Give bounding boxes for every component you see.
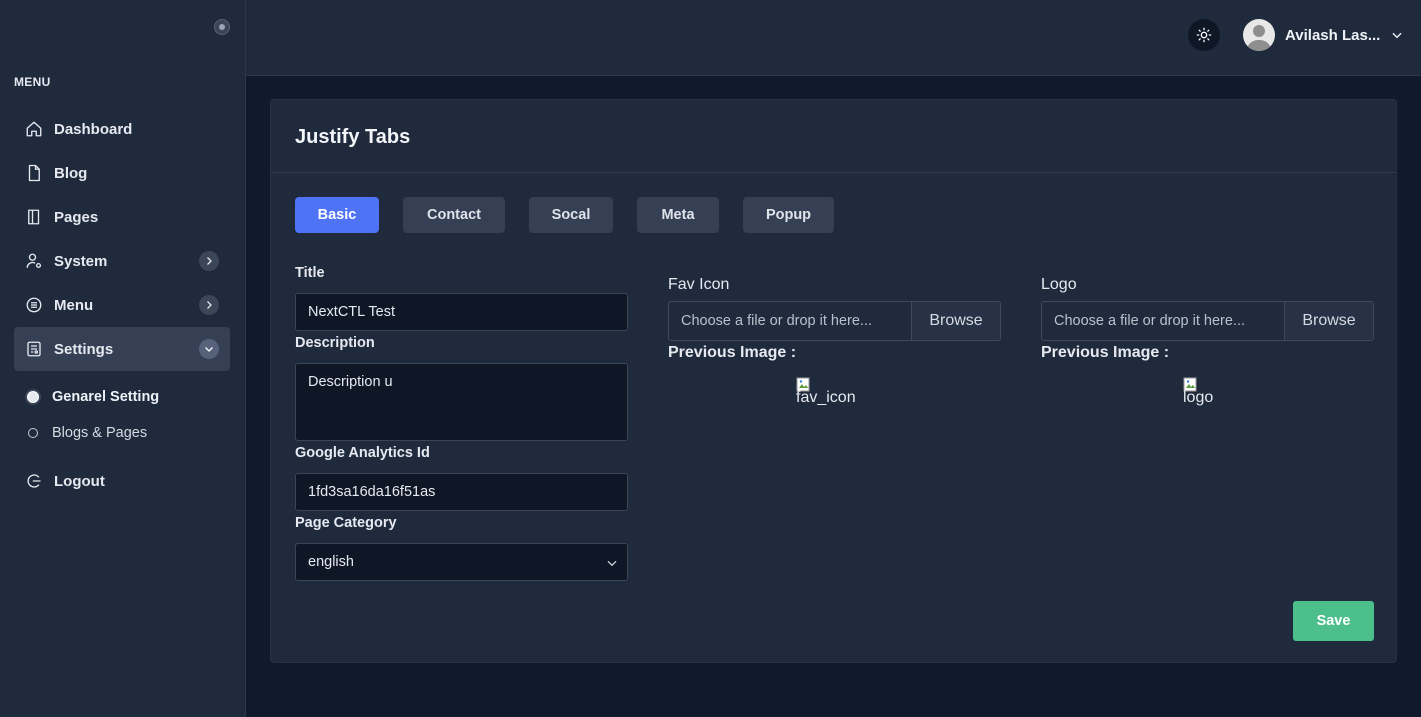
chevron-down-icon <box>1392 32 1402 39</box>
page-category-select[interactable]: english <box>295 543 628 581</box>
google-analytics-label: Google Analytics Id <box>295 445 430 461</box>
file-placeholder: Choose a file or drop it here... <box>1054 313 1246 329</box>
sidebar-subitem-label: Blogs & Pages <box>52 425 148 441</box>
fav-icon-browse-button[interactable]: Browse <box>911 302 1000 340</box>
fav-icon-label: Fav Icon <box>668 276 730 293</box>
sidebar-item-label: Logout <box>54 472 105 490</box>
file-placeholder: Choose a file or drop it here... <box>681 313 873 329</box>
menu-heading: MENU <box>14 75 51 89</box>
file-icon <box>24 163 44 183</box>
theme-toggle-button[interactable] <box>1188 19 1220 51</box>
dot-icon <box>28 428 38 438</box>
sidebar-toggle-button[interactable] <box>214 19 230 35</box>
fav-icon-previous-label: Previous Image : <box>668 344 797 361</box>
chevron-right-icon <box>199 295 219 315</box>
card-title: Justify Tabs <box>295 126 411 148</box>
save-button[interactable]: Save <box>1293 601 1374 641</box>
settings-card: Justify Tabs Basic Contact Socal Meta Po… <box>270 99 1397 663</box>
sidebar-item-menu[interactable]: Menu <box>14 283 230 327</box>
logo-alt-text: logo <box>1183 389 1214 406</box>
chevron-right-icon <box>199 251 219 271</box>
sidebar-subitem-general-setting[interactable]: Genarel Setting <box>24 385 159 409</box>
tab-meta[interactable]: Meta <box>637 197 719 233</box>
sidebar-item-label: Dashboard <box>54 120 133 138</box>
user-menu[interactable]: Avilash Las... <box>1243 19 1404 51</box>
google-analytics-input[interactable] <box>295 473 628 511</box>
sidebar-item-label: Settings <box>54 340 114 358</box>
sidebar-item-label: Menu <box>54 296 94 314</box>
tab-basic[interactable]: Basic <box>295 197 379 233</box>
avatar <box>1243 19 1275 51</box>
user-icon <box>1247 25 1271 51</box>
chevron-down-icon <box>607 560 617 567</box>
sidebar-item-label: System <box>54 252 108 270</box>
logo-previous-label: Previous Image : <box>1041 344 1170 361</box>
user-gear-icon <box>24 251 44 271</box>
fav-icon-preview: fav_icon <box>796 377 856 407</box>
list-icon <box>24 295 44 315</box>
sidebar-item-label: Pages <box>54 208 99 226</box>
description-label: Description <box>295 335 375 351</box>
sidebar-item-blog[interactable]: Blog <box>14 151 230 195</box>
tab-socal[interactable]: Socal <box>529 197 613 233</box>
sidebar: MENU Dashboard Blog Pages System Menu Se… <box>0 0 246 717</box>
select-value: english <box>308 554 354 570</box>
home-icon <box>24 119 44 139</box>
title-input[interactable] <box>295 293 628 331</box>
active-dot-icon <box>27 391 39 403</box>
user-name: Avilash Las... <box>1285 26 1381 44</box>
sidebar-item-system[interactable]: System <box>14 239 230 283</box>
sidebar-item-settings[interactable]: Settings <box>14 327 230 371</box>
fav-icon-file-input[interactable]: Choose a file or drop it here... Browse <box>668 301 1001 341</box>
book-icon <box>24 207 44 227</box>
tab-popup[interactable]: Popup <box>743 197 834 233</box>
logo-preview: logo <box>1183 377 1213 407</box>
sidebar-item-dashboard[interactable]: Dashboard <box>14 107 230 151</box>
logo-file-input[interactable]: Choose a file or drop it here... Browse <box>1041 301 1374 341</box>
top-header: Avilash Las... <box>246 0 1421 76</box>
settings-icon <box>24 339 44 359</box>
sidebar-subitem-label: Genarel Setting <box>52 389 160 405</box>
tab-contact[interactable]: Contact <box>403 197 505 233</box>
sidebar-subitem-blogs-pages[interactable]: Blogs & Pages <box>24 421 147 445</box>
divider <box>271 172 1396 173</box>
logo-label: Logo <box>1041 276 1077 293</box>
logo-browse-button[interactable]: Browse <box>1284 302 1373 340</box>
chevron-down-icon <box>199 339 219 359</box>
description-textarea[interactable]: Description u <box>295 363 628 441</box>
sidebar-item-label: Blog <box>54 164 88 182</box>
fav-icon-alt-text: fav_icon <box>796 389 856 406</box>
page-category-label: Page Category <box>295 515 397 531</box>
sidebar-item-logout[interactable]: Logout <box>14 459 230 503</box>
sidebar-item-pages[interactable]: Pages <box>14 195 230 239</box>
logout-icon <box>24 471 44 491</box>
sun-icon <box>1196 27 1212 43</box>
title-label: Title <box>295 265 325 281</box>
